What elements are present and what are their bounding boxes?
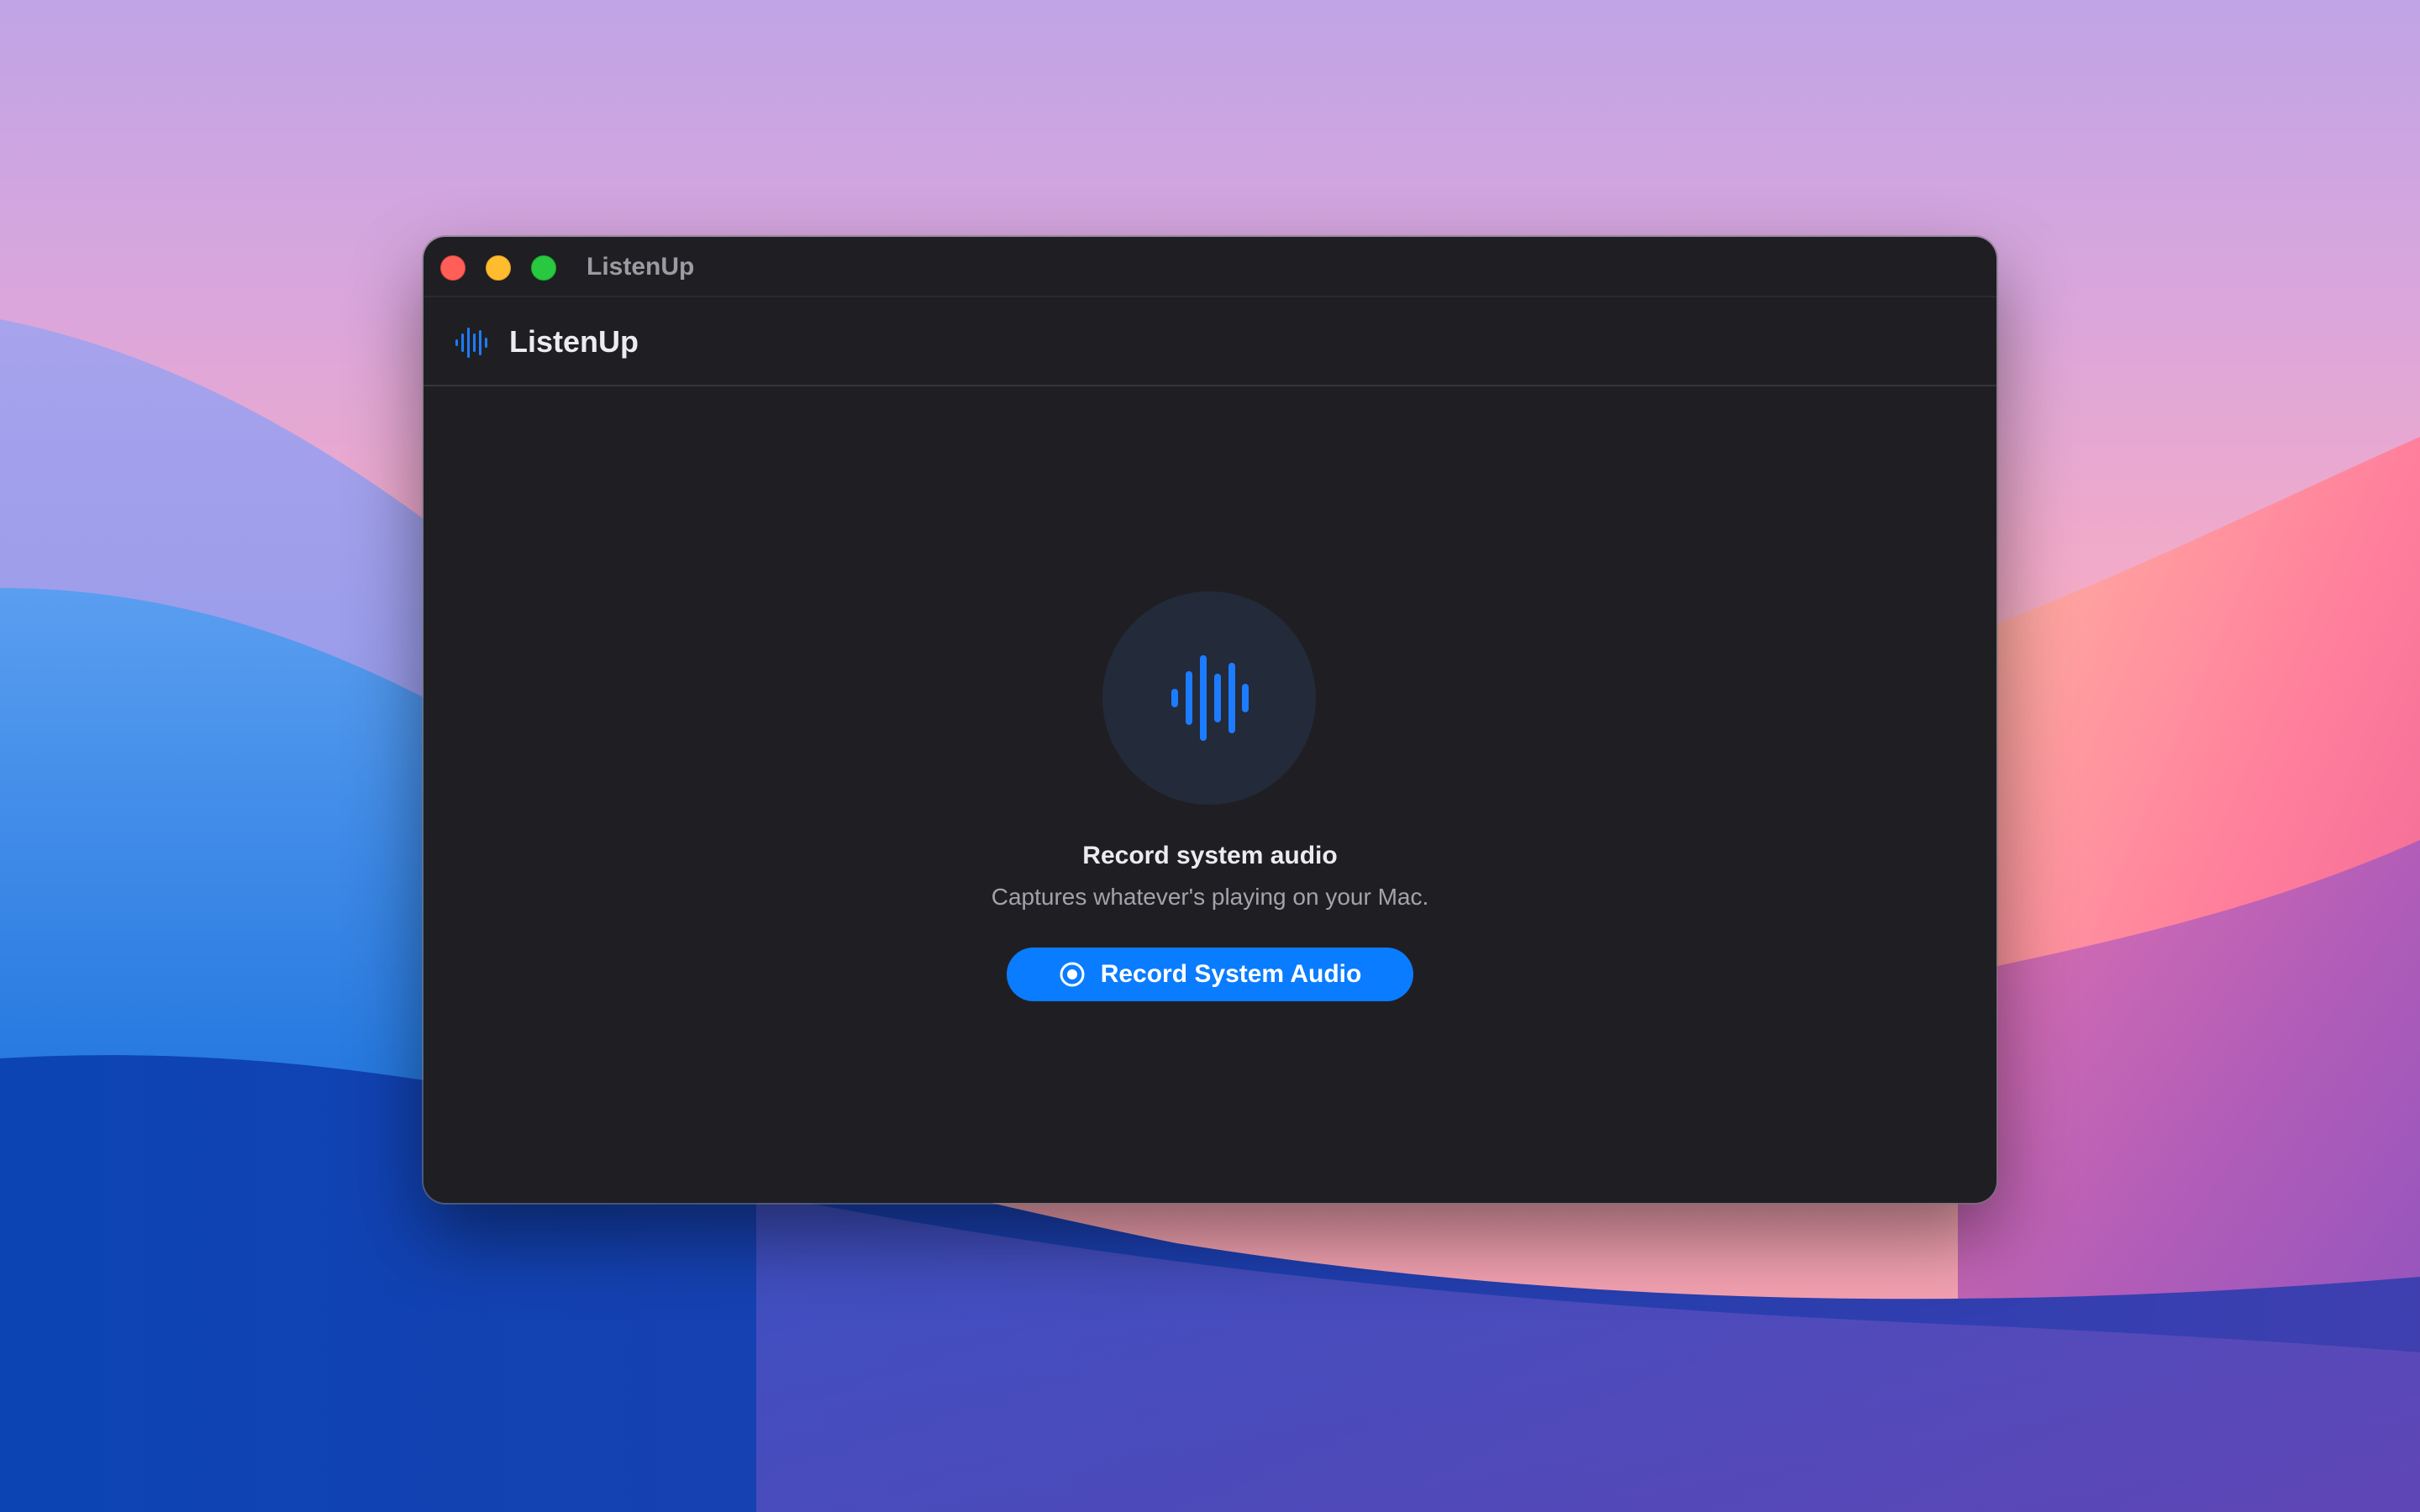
empty-state-title: Record system audio — [1082, 842, 1338, 869]
zoom-window-button[interactable] — [531, 255, 556, 281]
desktop: ListenUp ListenUp Record system audio Ca… — [0, 0, 2420, 1512]
window-title: ListenUp — [587, 253, 695, 281]
record-button-label: Record System Audio — [1100, 960, 1362, 988]
close-window-button[interactable] — [440, 255, 466, 281]
empty-state-subtitle: Captures whatever's playing on your Mac. — [991, 884, 1429, 910]
minimize-window-button[interactable] — [486, 255, 511, 281]
app-title: ListenUp — [509, 324, 639, 359]
title-bar: ListenUp — [424, 237, 1996, 297]
empty-state-badge — [1102, 591, 1316, 805]
app-window: ListenUp ListenUp Record system audio Ca… — [424, 237, 1996, 1203]
app-header: ListenUp — [424, 297, 1996, 386]
waveform-icon — [1171, 655, 1249, 741]
record-system-audio-button[interactable]: Record System Audio — [1007, 948, 1413, 1001]
record-circle-icon — [1060, 962, 1085, 987]
waveform-icon — [455, 328, 487, 358]
